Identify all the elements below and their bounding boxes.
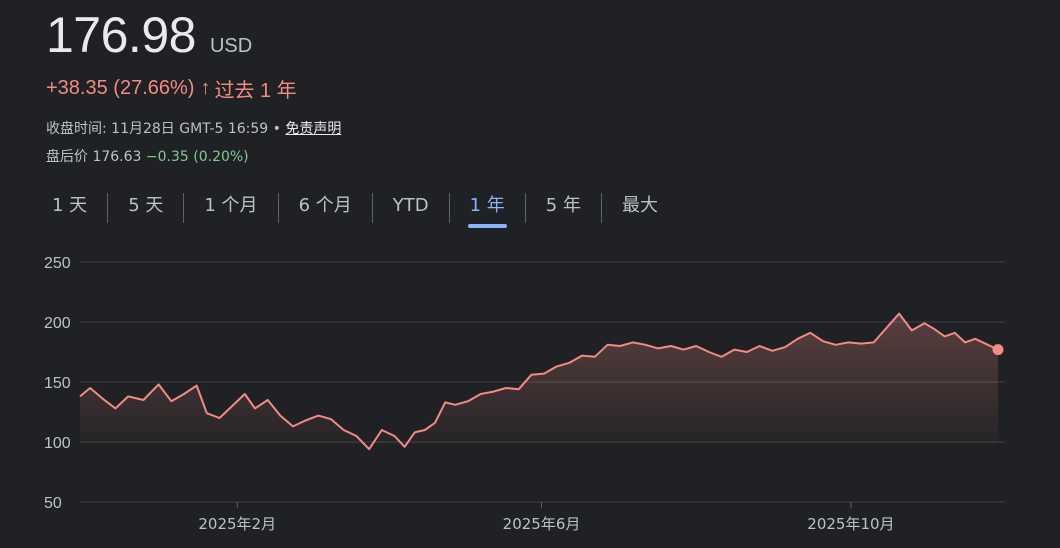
y-tick-label: 150 (44, 375, 71, 392)
price-chart[interactable]: 250 200 150 100 50 2025年2月 2025年6月 2025年10月 (0, 240, 1060, 548)
tab-5d[interactable]: 5 天 (108, 190, 183, 226)
price-change: +38.35 (27.66%) ↑ 过去 1 年 (46, 74, 297, 103)
price-header: 176.98 USD (46, 6, 252, 64)
y-tick-label: 250 (44, 255, 71, 272)
y-tick-label: 50 (44, 495, 62, 512)
x-tick-label: 2025年6月 (503, 515, 581, 533)
tab-1y[interactable]: 1 年 (450, 190, 525, 228)
after-hours-price: 盘后价 176.63 (46, 149, 142, 165)
x-tick-label: 2025年2月 (198, 515, 276, 533)
change-value: +38.35 (27.66%) (46, 77, 195, 99)
tab-5y[interactable]: 5 年 (526, 190, 601, 226)
tab-1m[interactable]: 1 个月 (184, 190, 277, 226)
after-hours-row: 盘后价 176.63 −0.35 (0.20%) (46, 146, 249, 166)
tab-ytd[interactable]: YTD (373, 190, 449, 226)
tab-6m[interactable]: 6 个月 (279, 190, 372, 226)
close-time-row: 收盘时间: 11月28日 GMT-5 16:59 • 免责声明 (46, 118, 341, 138)
current-price: 176.98 (46, 7, 196, 63)
range-tabs: 1 天 5 天 1 个月 6 个月 YTD 1 年 5 年 最大 (32, 190, 678, 228)
close-time: 收盘时间: 11月28日 GMT-5 16:59 • (46, 121, 281, 137)
price-area (80, 313, 998, 450)
tab-max[interactable]: 最大 (602, 190, 678, 226)
y-tick-label: 100 (44, 435, 71, 452)
current-point-marker (992, 344, 1004, 356)
tab-1d[interactable]: 1 天 (32, 190, 107, 226)
change-period: 过去 1 年 (214, 80, 297, 102)
after-hours-change: −0.35 (0.20%) (145, 149, 249, 165)
currency-label: USD (209, 35, 253, 57)
x-tick-label: 2025年10月 (807, 515, 894, 533)
arrow-up-icon: ↑ (200, 77, 211, 99)
disclaimer-link[interactable]: 免责声明 (285, 121, 341, 137)
y-tick-label: 200 (44, 315, 71, 332)
